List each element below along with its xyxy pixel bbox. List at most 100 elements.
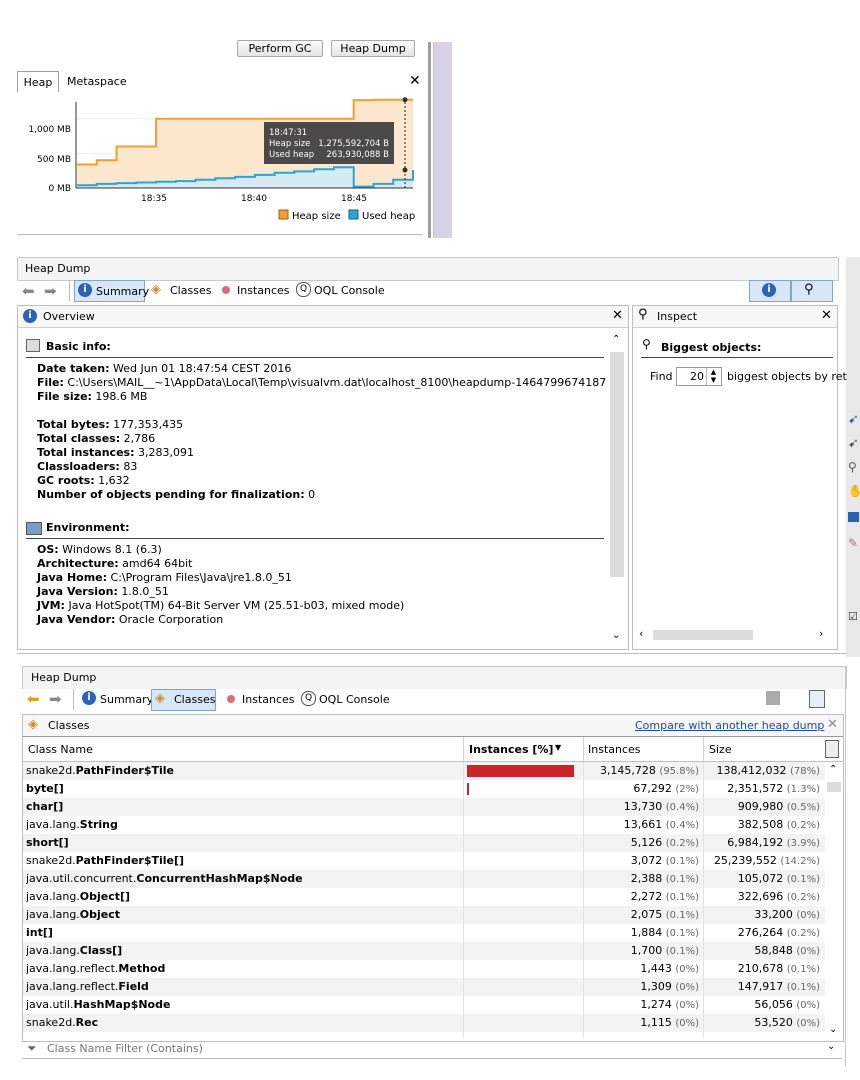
- scroll-up-icon[interactable]: ⌃: [829, 764, 837, 775]
- column-size[interactable]: Size: [709, 743, 732, 756]
- table-row[interactable]: int[] 1,884 (0.1%) 276,264 (0.2%): [23, 924, 825, 942]
- table-row[interactable]: snake2d.PathFinder$Tile[] 3,072 (0.1%) 25,…: [23, 852, 825, 870]
- size-value: 210,678: [737, 962, 784, 975]
- column-selector-icon[interactable]: [825, 740, 839, 758]
- column-instances-percent[interactable]: Instances [%]: [469, 743, 553, 756]
- table-row[interactable]: java.lang.Object 2,075 (0.1%) 33,200 (0%): [23, 906, 825, 924]
- environment-item-value: Oracle Corporation: [115, 613, 224, 626]
- class-name-filter-input[interactable]: [47, 1041, 807, 1055]
- vertical-scrollbar[interactable]: ⌃ ⌄: [608, 328, 626, 648]
- find-count-spinner[interactable]: 20 ▲ ▼: [676, 367, 722, 386]
- size-value: 138,412,032: [716, 764, 787, 777]
- filter-icon[interactable]: ⏷: [27, 1041, 37, 1056]
- tab-metaspace[interactable]: Metaspace: [67, 71, 127, 92]
- table-row[interactable]: java.lang.reflect.Method 1,443 (0%) 210,67…: [23, 960, 825, 978]
- scroll-thumb[interactable]: [827, 782, 841, 792]
- tab-heap[interactable]: Heap: [17, 71, 59, 93]
- hand-icon[interactable]: ✋: [848, 484, 860, 498]
- tree-view-icon[interactable]: [809, 690, 825, 708]
- heap-dump-button[interactable]: Heap Dump: [331, 40, 415, 57]
- table-row[interactable]: java.lang.reflect.Field 1,309 (0%) 147,917…: [23, 978, 825, 996]
- table-row[interactable]: char[] 13,730 (0.4%) 909,980 (0.5%): [23, 798, 825, 816]
- pointer-plus-icon[interactable]: ➹: [848, 436, 859, 451]
- scroll-thumb[interactable]: [610, 352, 624, 577]
- summary-button[interactable]: i Summary: [74, 280, 149, 302]
- perform-gc-button[interactable]: Perform GC: [237, 40, 323, 57]
- table-row[interactable]: java.lang.Class[] 1,700 (0.1%) 58,848 (0%): [23, 942, 825, 960]
- class-simple-name: Rec: [75, 1016, 99, 1029]
- info-icon: i: [23, 309, 37, 323]
- instances-cell: 5,126 (0.2%): [589, 834, 699, 852]
- instances-value: 2,075: [630, 908, 663, 921]
- back-arrow-icon[interactable]: ⬅: [22, 282, 35, 300]
- table-row[interactable]: byte[] 67,292 (2%) 2,351,572 (1.3%): [23, 780, 825, 798]
- snapshot-icon[interactable]: [766, 691, 780, 705]
- scroll-strip: [433, 42, 452, 238]
- size-percent: (78%): [789, 766, 820, 777]
- back-arrow-icon[interactable]: ⬅: [27, 690, 40, 708]
- table-row[interactable]: java.util.HashMap$Node 1,274 (0%) 56,056 (…: [23, 996, 825, 1014]
- package-name: java.util.concurrent.: [26, 872, 137, 885]
- inspect-view-button[interactable]: ⚲: [791, 280, 833, 302]
- scroll-left-icon[interactable]: ‹: [639, 627, 643, 640]
- info-view-button[interactable]: i: [749, 280, 791, 302]
- vertical-scrollbar[interactable]: ⌃ ⌄: [826, 762, 842, 1038]
- scroll-up-icon[interactable]: ⌃: [612, 334, 620, 345]
- oql-icon: Q: [301, 691, 316, 706]
- instances-value: 13,730: [623, 800, 663, 813]
- forward-arrow-icon[interactable]: ➡: [44, 282, 57, 300]
- tooltip-used-value: 263,930,088 B: [326, 150, 389, 160]
- x-tick-label: 18:40: [241, 194, 267, 204]
- column-class-name[interactable]: Class Name: [28, 743, 93, 756]
- stats-item: Total bytes: 177,353,435: [37, 418, 315, 432]
- info-icon: i: [82, 691, 96, 705]
- class-simple-name: Object[]: [79, 890, 131, 903]
- zoom-icon[interactable]: ⚲: [848, 460, 857, 474]
- spinner-arrows-icon[interactable]: ▲ ▼: [706, 368, 720, 385]
- divider: [17, 653, 847, 654]
- scroll-right-icon[interactable]: ›: [819, 627, 823, 640]
- oql-label: OQL Console: [319, 693, 390, 706]
- close-icon[interactable]: ✕: [821, 308, 832, 323]
- close-icon[interactable]: ✕: [409, 73, 421, 89]
- eraser-icon[interactable]: ✎: [848, 536, 858, 550]
- environment-item: OS: Windows 8.1 (6.3): [37, 543, 404, 557]
- close-icon[interactable]: ✕: [827, 717, 838, 732]
- scroll-down-icon[interactable]: ⌄: [612, 630, 620, 641]
- stats-item-label: Number of objects pending for finalizati…: [37, 488, 305, 501]
- instances-value: 1,443: [640, 962, 672, 975]
- forward-arrow-icon[interactable]: ➡: [49, 690, 62, 708]
- splitter[interactable]: [428, 42, 431, 238]
- environment-heading: Environment:: [46, 521, 130, 534]
- divider: [17, 234, 423, 235]
- table-row[interactable]: snake2d.PathFinder$Tile 3,145,728 (95.8%)…: [23, 762, 825, 780]
- table-row[interactable]: snake2d.Rec 1,115 (0%) 53,520 (0%): [23, 1014, 825, 1032]
- basic-info-item-label: Date taken:: [37, 362, 110, 375]
- size-cell: 58,848 (0%): [707, 942, 820, 960]
- scroll-thumb[interactable]: [653, 630, 753, 640]
- class-simple-name: char[]: [26, 800, 64, 813]
- series-marker: [402, 97, 408, 103]
- instances-cell: 2,272 (0.1%): [589, 888, 699, 906]
- table-row[interactable]: java.lang.String 13,661 (0.4%) 382,508 (0.…: [23, 816, 825, 834]
- close-icon[interactable]: ✕: [612, 308, 623, 323]
- chevron-down-icon[interactable]: ⌄: [827, 1041, 835, 1052]
- table-row[interactable]: java.util.concurrent.ConcurrentHashMap$N…: [23, 870, 825, 888]
- y-tick-label: 0 MB: [48, 184, 71, 194]
- table-row[interactable]: short[] 5,126 (0.2%) 6,984,192 (3.9%): [23, 834, 825, 852]
- package-name: java.util.: [26, 998, 74, 1011]
- find-count-value[interactable]: 20: [690, 370, 704, 383]
- column-instances[interactable]: Instances: [588, 743, 641, 756]
- checkbox-icon[interactable]: ☑: [848, 610, 858, 623]
- pointer-icon[interactable]: ➹: [848, 412, 859, 427]
- size-value: 147,917: [737, 980, 784, 993]
- filter-bar[interactable]: ⏷ ⌄: [22, 1040, 842, 1059]
- horizontal-scrollbar[interactable]: ‹ ›: [637, 627, 831, 642]
- fill-icon[interactable]: [848, 512, 859, 522]
- classes-button[interactable]: ◈ Classes: [151, 689, 216, 711]
- compare-link[interactable]: Compare with another heap dump: [635, 719, 824, 732]
- scroll-down-icon[interactable]: ⌄: [829, 1024, 837, 1035]
- instances-cell: 3,072 (0.1%): [589, 852, 699, 870]
- tooltip-time: 18:47:31: [269, 128, 307, 138]
- table-row[interactable]: java.lang.Object[] 2,272 (0.1%) 322,696 (0…: [23, 888, 825, 906]
